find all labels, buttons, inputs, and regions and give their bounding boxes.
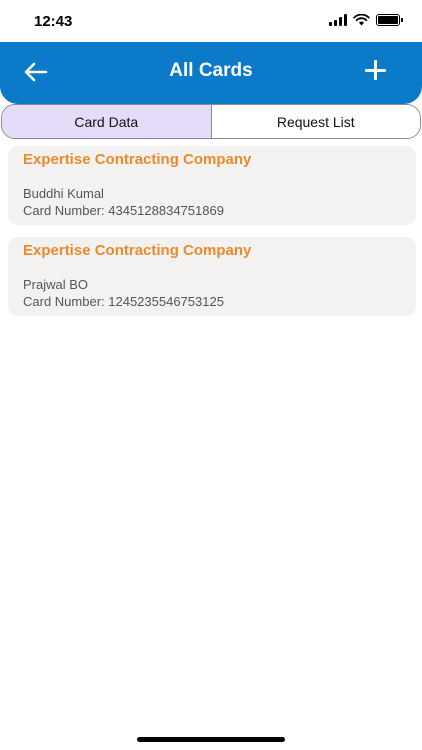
- tab-card-data[interactable]: Card Data: [2, 105, 212, 138]
- card-company: Expertise Contracting Company: [23, 242, 252, 259]
- home-indicator: [137, 737, 285, 742]
- card-company: Expertise Contracting Company: [23, 151, 252, 168]
- card-holder: Buddhi Kumal: [23, 186, 104, 201]
- all-cards-screen: 12:43 All Cards Card Data Request List E…: [0, 0, 422, 750]
- card-item[interactable]: Expertise Contracting Company Buddhi Kum…: [8, 146, 416, 225]
- cellular-signal-icon: [329, 14, 347, 26]
- status-bar: 12:43: [0, 0, 422, 42]
- card-item[interactable]: Expertise Contracting Company Prajwal BO…: [8, 237, 416, 316]
- card-number: Card Number: 4345128834751869: [23, 203, 224, 218]
- card-number: Card Number: 1245235546753125: [23, 294, 224, 309]
- wifi-icon: [353, 14, 370, 26]
- app-header: All Cards: [0, 42, 422, 104]
- status-icons: [329, 14, 403, 26]
- tab-bar: Card Data Request List: [1, 104, 421, 139]
- status-time: 12:43: [34, 13, 73, 30]
- card-list: Expertise Contracting Company Buddhi Kum…: [8, 146, 416, 328]
- tab-request-list[interactable]: Request List: [211, 105, 420, 138]
- page-title: All Cards: [169, 60, 253, 81]
- add-card-button[interactable]: [364, 58, 388, 82]
- battery-icon: [376, 14, 403, 26]
- card-holder: Prajwal BO: [23, 277, 89, 292]
